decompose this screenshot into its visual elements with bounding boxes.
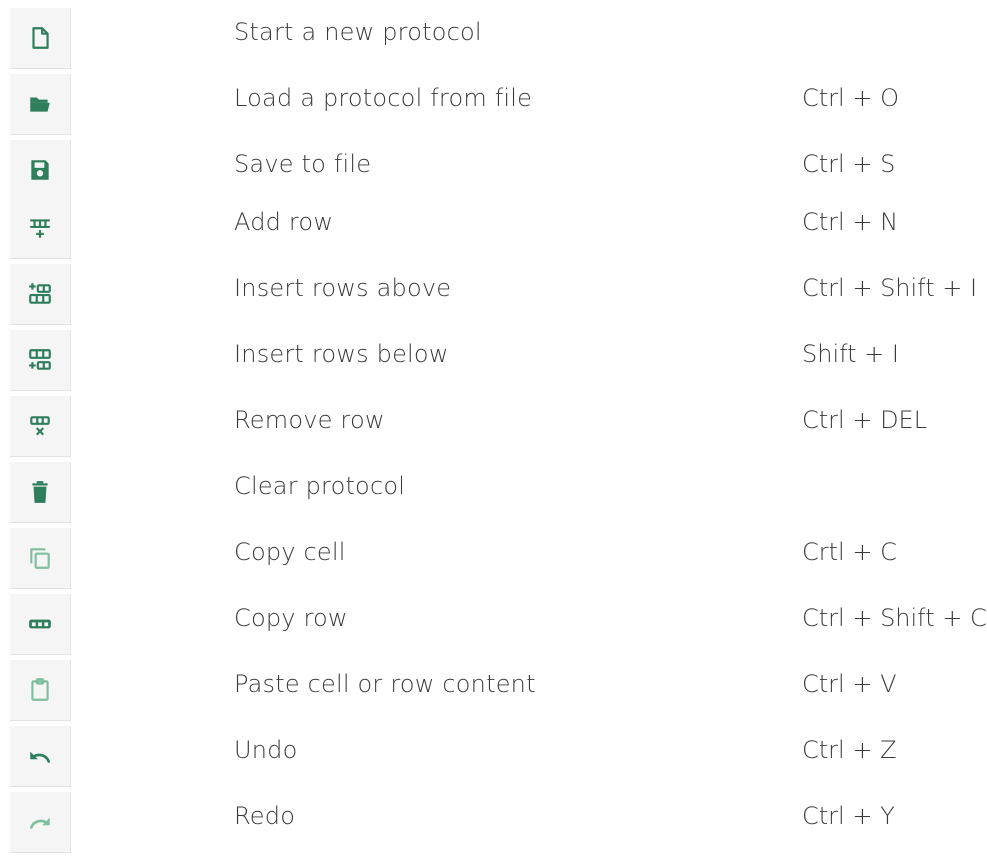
add-row-button[interactable] (10, 198, 71, 259)
item-label: Add row (234, 208, 334, 236)
list-item: Paste cell or row content Ctrl + V (0, 658, 987, 722)
redo-button[interactable] (10, 792, 71, 853)
list-item: Remove row Ctrl + DEL (0, 394, 987, 458)
list-item: Save to file Ctrl + S (0, 138, 987, 202)
insert-rows-below-button[interactable] (10, 330, 71, 391)
insert-rows-below-icon (27, 347, 53, 373)
item-shortcut: Ctrl + DEL (802, 406, 928, 434)
new-file-button[interactable] (10, 8, 71, 69)
item-label: Save to file (234, 150, 372, 178)
save-icon (27, 157, 53, 183)
trash-icon (27, 479, 53, 505)
load-file-button[interactable] (10, 74, 71, 135)
copy-row-icon (27, 611, 53, 637)
list-item: Load a protocol from file Ctrl + O (0, 72, 987, 136)
redo-icon (27, 809, 53, 835)
item-label: Paste cell or row content (234, 670, 536, 698)
item-shortcut: Ctrl + Y (802, 802, 895, 830)
clipboard-icon (27, 677, 53, 703)
new-file-icon (27, 25, 53, 51)
list-item: Clear protocol (0, 460, 987, 524)
item-label: Insert rows below (234, 340, 449, 368)
item-shortcut: Ctrl + Z (802, 736, 897, 764)
remove-row-icon (27, 413, 53, 439)
item-shortcut: Ctrl + N (802, 208, 899, 236)
folder-open-icon (27, 91, 53, 117)
copy-cell-icon (27, 545, 53, 571)
item-label: Insert rows above (234, 274, 452, 302)
item-shortcut: Ctrl + V (802, 670, 897, 698)
item-label: Start a new protocol (234, 18, 482, 46)
copy-cell-button[interactable] (10, 528, 71, 589)
item-label: Copy cell (234, 538, 346, 566)
list-item: Copy cell Crtl + C (0, 526, 987, 590)
item-label: Redo (234, 802, 296, 830)
list-item: Insert rows below Shift + I (0, 328, 987, 392)
item-label: Remove row (234, 406, 385, 434)
list-item: Redo Ctrl + Y (0, 790, 987, 854)
item-shortcut: Shift + I (802, 340, 899, 368)
item-shortcut: Ctrl + Shift + I (802, 274, 978, 302)
item-shortcut: Ctrl + O (802, 84, 899, 112)
item-label: Clear protocol (234, 472, 406, 500)
undo-icon (27, 743, 53, 769)
item-shortcut: Ctrl + S (802, 150, 896, 178)
item-label: Copy row (234, 604, 348, 632)
copy-row-button[interactable] (10, 594, 71, 655)
clear-protocol-button[interactable] (10, 462, 71, 523)
paste-button[interactable] (10, 660, 71, 721)
list-item: Insert rows above Ctrl + Shift + I (0, 262, 987, 326)
add-row-icon (27, 215, 53, 241)
undo-button[interactable] (10, 726, 71, 787)
item-shortcut: Ctrl + Shift + C (802, 604, 987, 632)
list-item: Add row Ctrl + N (0, 196, 987, 260)
list-item: Copy row Ctrl + Shift + C (0, 592, 987, 656)
list-item: Start a new protocol (0, 6, 987, 70)
insert-rows-above-button[interactable] (10, 264, 71, 325)
remove-row-button[interactable] (10, 396, 71, 457)
insert-rows-above-icon (27, 281, 53, 307)
list-item: Undo Ctrl + Z (0, 724, 987, 788)
item-label: Undo (234, 736, 298, 764)
item-shortcut: Crtl + C (802, 538, 897, 566)
save-button[interactable] (10, 140, 71, 201)
item-label: Load a protocol from file (234, 84, 533, 112)
